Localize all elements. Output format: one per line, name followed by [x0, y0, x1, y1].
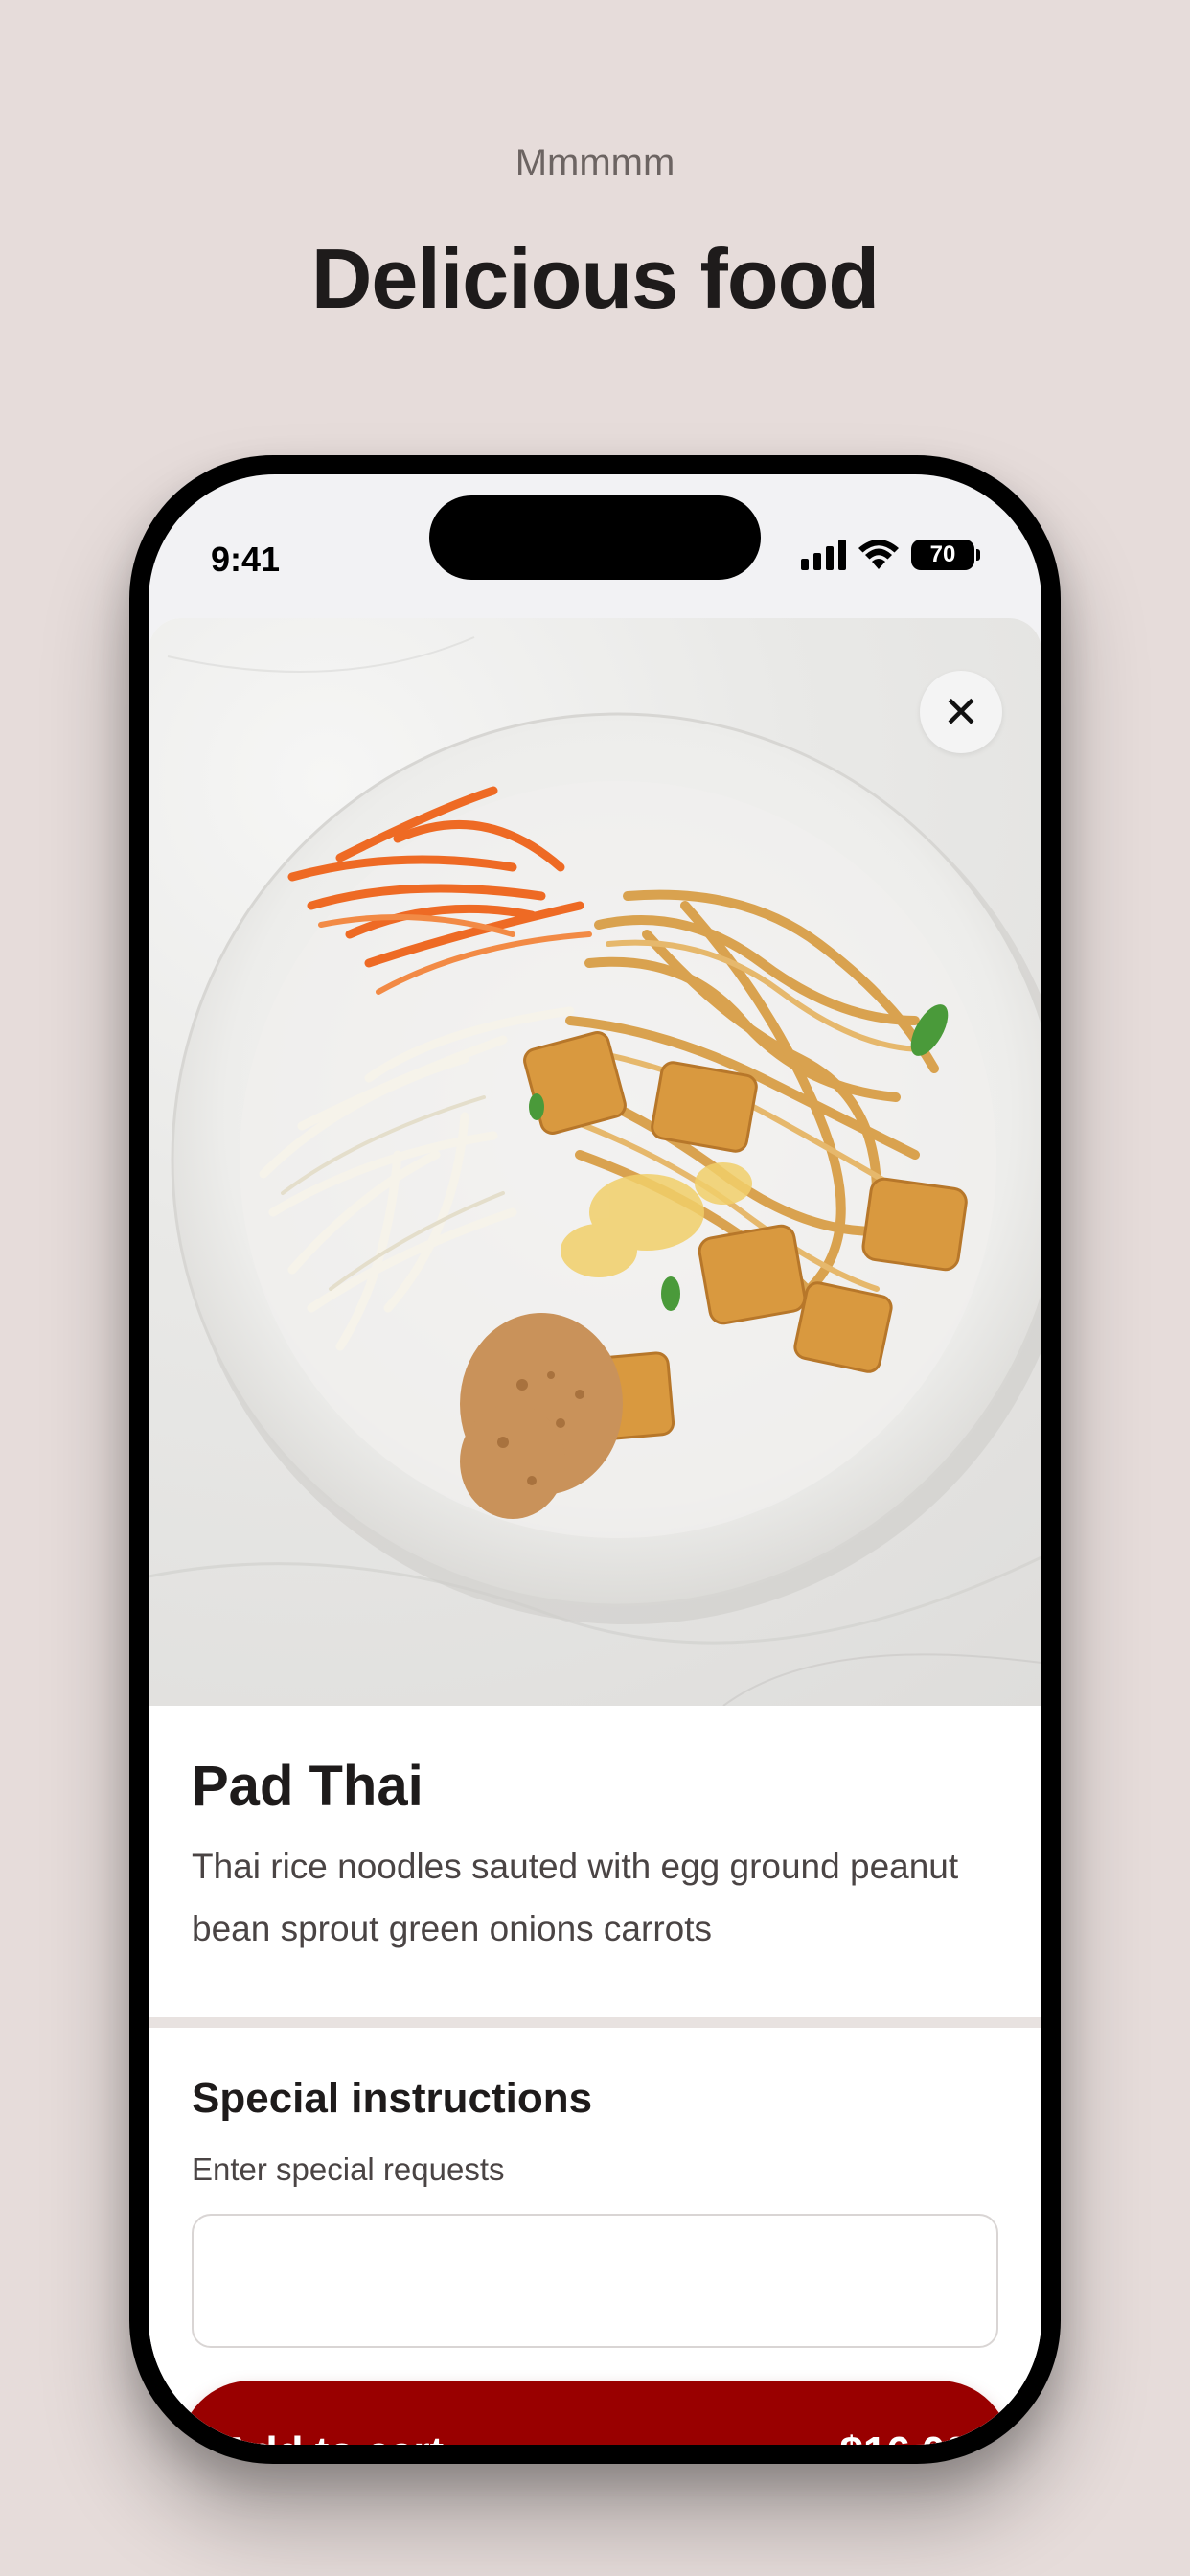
- close-icon: ✕: [942, 687, 980, 737]
- status-icons: 70: [801, 530, 980, 580]
- battery-level: 70: [911, 540, 974, 570]
- battery-icon: 70: [911, 540, 980, 570]
- close-button[interactable]: ✕: [920, 671, 1002, 753]
- status-time: 9:41: [211, 540, 281, 579]
- add-to-cart-label: Add to cart: [221, 2428, 444, 2445]
- wifi-icon: [858, 540, 899, 569]
- pad-thai-illustration: [149, 636, 1041, 1706]
- dish-title: Pad Thai: [192, 1755, 423, 1817]
- special-instructions-label: Enter special requests: [192, 2151, 505, 2187]
- marketing-canvas: Mmmmm Delicious food 9:41 70 ✕ Pad Thai …: [0, 0, 1190, 2576]
- phone-frame: 9:41 70 ✕ Pad Thai Thai rice noodles sau…: [129, 455, 1061, 2464]
- cart-price: $16.00: [839, 2428, 969, 2445]
- special-instructions-title: Special instructions: [192, 2075, 593, 2122]
- special-instructions-input[interactable]: [192, 2214, 998, 2348]
- battery-nub: [976, 549, 980, 561]
- dynamic-island: [429, 495, 761, 580]
- headline: Delicious food: [310, 231, 880, 326]
- phone-screen: 9:41 70 ✕ Pad Thai Thai rice noodles sau…: [149, 474, 1041, 2445]
- dish-description: Thai rice noodles sauted with egg ground…: [192, 1847, 959, 1948]
- signal-icon: [801, 540, 846, 570]
- add-to-cart-button[interactable]: Add to cart $16.00: [179, 2380, 1011, 2445]
- eyebrow-text: Mmmmm: [515, 142, 675, 184]
- food-image: ✕: [149, 618, 1041, 1706]
- item-sheet: ✕ Pad Thai Thai rice noodles sauted with…: [149, 618, 1041, 2445]
- section-divider: [149, 2017, 1041, 2028]
